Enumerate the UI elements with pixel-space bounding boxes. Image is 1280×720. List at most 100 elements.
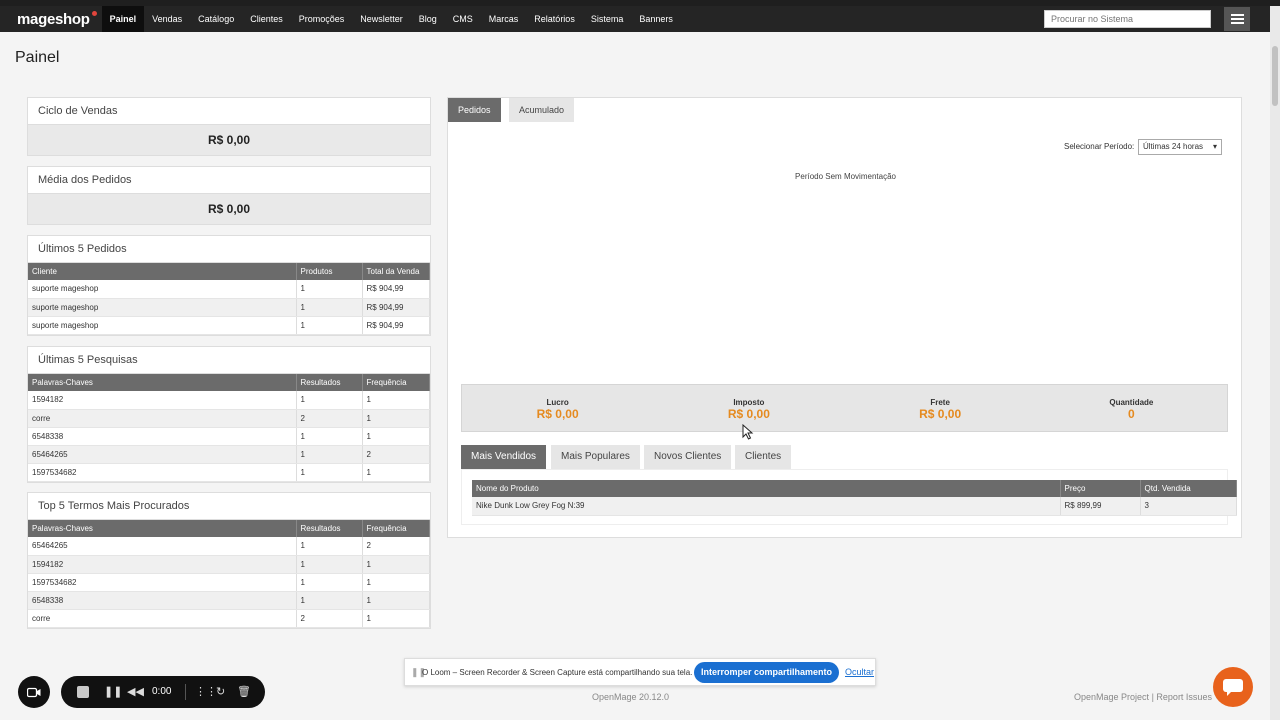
table-row[interactable]: Nike Dunk Low Grey Fog N:39 R$ 899,99 3 <box>472 497 1237 516</box>
total-label: Quantidade <box>1109 398 1154 407</box>
last-searches-box: Últimas 5 Pesquisas Palavras-Chaves Resu… <box>27 346 431 483</box>
chat-icon <box>1223 678 1243 696</box>
table-header-row: Nome do Produto Preço Qtd. Vendida <box>472 480 1237 497</box>
period-select[interactable]: Últimas 24 horas ▾ <box>1138 139 1222 155</box>
search-input[interactable] <box>1044 10 1211 28</box>
table-row[interactable]: suporte mageshop 1 R$ 904,99 <box>28 316 430 335</box>
last-orders-box: Últimos 5 Pedidos Cliente Produtos Total… <box>27 235 431 336</box>
column-header[interactable]: Palavras-Chaves <box>28 374 297 391</box>
table-cell: suporte mageshop <box>28 280 297 299</box>
table-row[interactable]: corre 2 1 <box>28 609 430 628</box>
menu-item-blog[interactable]: Blog <box>411 6 445 32</box>
mouse-cursor-icon <box>742 424 754 440</box>
chat-button[interactable] <box>1213 667 1253 707</box>
top-terms-box: Top 5 Termos Mais Procurados Palavras-Ch… <box>27 492 431 629</box>
table-row[interactable]: 6548338 1 1 <box>28 427 430 446</box>
column-header[interactable]: Qtd. Vendida <box>1140 480 1237 497</box>
footer-version: OpenMage 20.12.0 <box>592 692 670 702</box>
menu-item-cms[interactable]: CMS <box>445 6 481 32</box>
column-header[interactable]: Resultados <box>296 520 363 537</box>
table-cell: 1594182 <box>28 555 297 574</box>
avg-orders-title: Média dos Pedidos <box>28 167 430 194</box>
grid-dots-icon[interactable]: ⋮⋮ <box>195 685 217 698</box>
rewind-icon[interactable]: ◀◀ <box>127 685 144 698</box>
table-row[interactable]: suporte mageshop 1 R$ 904,99 <box>28 298 430 317</box>
tab-pedidos[interactable]: Pedidos <box>448 98 501 122</box>
column-header[interactable]: Frequência <box>362 374 430 391</box>
column-header[interactable]: Preço <box>1060 480 1141 497</box>
sales-cycle-title: Ciclo de Vendas <box>28 98 430 125</box>
menu-item-marcas[interactable]: Marcas <box>481 6 527 32</box>
table-cell: 2 <box>362 537 430 556</box>
table-cell: R$ 904,99 <box>362 280 430 299</box>
column-header[interactable]: Produtos <box>296 263 363 280</box>
table-cell: 1 <box>296 427 363 446</box>
column-header[interactable]: Resultados <box>296 374 363 391</box>
menu-item-promocoes[interactable]: Promoções <box>291 6 353 32</box>
menu-item-newsletter[interactable]: Newsletter <box>352 6 411 32</box>
report-issues-link[interactable]: Report Issues <box>1156 692 1212 702</box>
tab-mais-vendidos[interactable]: Mais Vendidos <box>461 445 547 469</box>
table-cell: corre <box>28 609 297 628</box>
product-tab-content: Nome do Produto Preço Qtd. Vendida Nike … <box>461 469 1237 525</box>
total-lucro: Lucro R$ 0,00 <box>462 385 653 431</box>
table-row[interactable]: 1594182 1 1 <box>28 555 430 574</box>
restart-icon[interactable]: ↻ <box>216 685 225 698</box>
table-row[interactable]: suporte mageshop 1 R$ 904,99 <box>28 280 430 299</box>
controls-divider <box>185 684 186 700</box>
avg-orders-box: Média dos Pedidos R$ 0,00 <box>27 166 431 225</box>
column-header[interactable]: Palavras-Chaves <box>28 520 297 537</box>
table-cell: 1597534682 <box>28 573 297 592</box>
table-row[interactable]: 1597534682 1 1 <box>28 463 430 482</box>
table-row[interactable]: 6548338 1 1 <box>28 591 430 610</box>
menu-item-banners[interactable]: Banners <box>631 6 681 32</box>
tab-novos-clientes[interactable]: Novos Clientes <box>644 445 732 469</box>
table-cell: 3 <box>1140 497 1237 516</box>
table-cell: 6548338 <box>28 591 297 610</box>
table-row[interactable]: 65464265 1 2 <box>28 537 430 556</box>
menu-item-painel[interactable]: Painel <box>101 6 145 32</box>
page-scrollbar[interactable] <box>1270 6 1280 720</box>
avg-orders-value: R$ 0,00 <box>28 194 430 224</box>
table-row[interactable]: 1594182 1 1 <box>28 391 430 410</box>
total-quantidade: Quantidade 0 <box>1036 385 1227 431</box>
column-header[interactable]: Total da Venda <box>362 263 430 280</box>
table-row[interactable]: 65464265 1 2 <box>28 445 430 464</box>
chevron-down-icon: ▾ <box>1212 142 1217 151</box>
column-header[interactable]: Cliente <box>28 263 297 280</box>
table-cell: 1 <box>296 316 363 335</box>
menu-item-clientes[interactable]: Clientes <box>242 6 291 32</box>
table-header-row: Palavras-Chaves Resultados Frequência <box>28 374 430 391</box>
tab-mais-populares[interactable]: Mais Populares <box>551 445 640 469</box>
total-value: R$ 0,00 <box>919 407 962 421</box>
orders-chart-panel: Pedidos Acumulado Selecionar Período: Úl… <box>447 97 1242 538</box>
table-cell: 1 <box>362 463 430 482</box>
scrollbar-thumb[interactable] <box>1272 46 1278 106</box>
stop-recording-button[interactable] <box>77 686 89 698</box>
footer-links: OpenMage Project | Report Issues <box>1074 692 1212 702</box>
total-label: Frete <box>930 398 950 407</box>
table-row[interactable]: corre 2 1 <box>28 409 430 428</box>
stop-sharing-button[interactable]: Interromper compartilhamento <box>694 662 839 683</box>
logo[interactable]: mageshop <box>17 10 97 28</box>
hamburger-menu-icon[interactable] <box>1224 7 1250 31</box>
pause-icon[interactable]: ❚❚ <box>104 685 122 698</box>
menu-item-catalogo[interactable]: Catálogo <box>190 6 242 32</box>
table-cell: 1 <box>296 537 363 556</box>
hide-link[interactable]: Ocultar <box>845 667 874 677</box>
footer-separator: | <box>1151 692 1154 702</box>
table-row[interactable]: 1597534682 1 1 <box>28 573 430 592</box>
tab-clientes[interactable]: Clientes <box>735 445 792 469</box>
table-cell: 2 <box>296 409 363 428</box>
trash-icon[interactable]: 🗑 <box>237 685 251 698</box>
menu-item-sistema[interactable]: Sistema <box>583 6 632 32</box>
recording-controls: ❚❚ ◀◀ 0:00 ⋮⋮ ↻ 🗑 <box>61 676 265 708</box>
column-header[interactable]: Nome do Produto <box>472 480 1061 497</box>
tab-acumulado[interactable]: Acumulado <box>509 98 575 122</box>
menu-item-vendas[interactable]: Vendas <box>144 6 190 32</box>
openmage-project-link[interactable]: OpenMage Project <box>1074 692 1149 702</box>
column-header[interactable]: Frequência <box>362 520 430 537</box>
last-searches-table: Palavras-Chaves Resultados Frequência 15… <box>28 374 430 482</box>
menu-item-relatorios[interactable]: Relatórios <box>526 6 583 32</box>
camera-toggle-button[interactable] <box>18 676 50 708</box>
